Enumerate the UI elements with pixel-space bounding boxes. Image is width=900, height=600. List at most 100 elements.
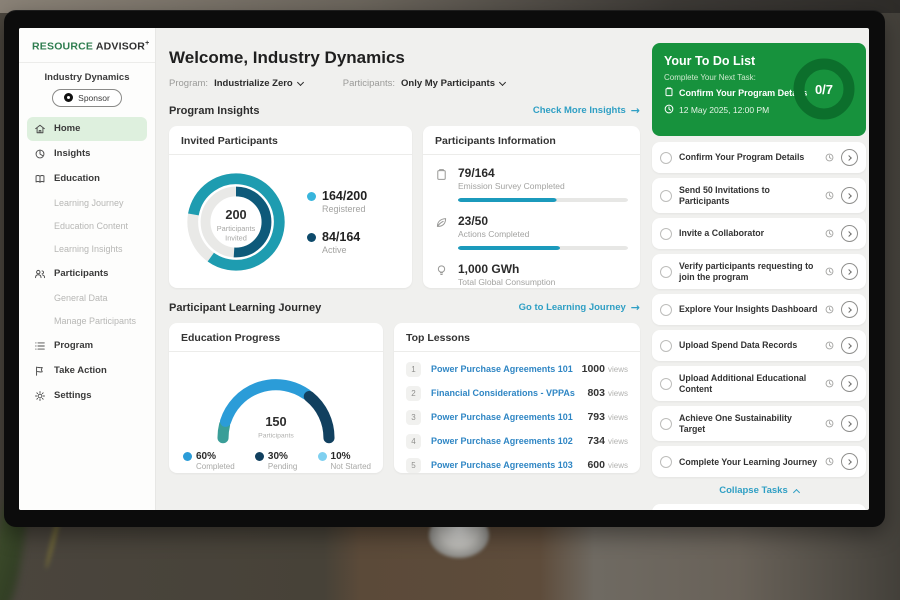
todo-item[interactable]: Complete Your Learning Journey — [652, 446, 866, 477]
app-logo: RESOURCE ADVISOR+ — [19, 28, 155, 63]
go-to-learning-journey-link[interactable]: Go to Learning Journey → — [519, 301, 640, 314]
collapse-tasks-link[interactable]: Collapse Tasks — [652, 485, 866, 496]
lesson-rank: 3 — [406, 410, 421, 425]
task-chevron-button[interactable] — [841, 415, 858, 432]
sidebar-item-label: Take Action — [54, 365, 107, 376]
arrow-right-icon: → — [631, 301, 640, 314]
legend-dot-icon — [307, 192, 316, 201]
task-chevron-button[interactable] — [841, 263, 858, 280]
sidebar-item-insights[interactable]: Insights — [27, 142, 147, 166]
sidebar-item-home[interactable]: Home — [27, 117, 147, 141]
lesson-views: 1000 — [582, 363, 605, 375]
todo-item[interactable]: Send 50 Invitations to Participants — [652, 178, 866, 213]
sidebar-item-label: General Data — [54, 293, 108, 303]
lightbulb-icon — [435, 264, 449, 287]
checkbox[interactable] — [660, 152, 672, 164]
stat-value: 79/164 — [458, 166, 628, 180]
clock-icon — [825, 229, 834, 238]
task-chevron-button[interactable] — [841, 337, 858, 354]
sidebar-item-general-data[interactable]: General Data — [19, 287, 155, 310]
todo-item-label: Achieve One Sustainability Target — [679, 413, 818, 434]
clock-icon — [825, 379, 834, 388]
sidebar-item-take-action[interactable]: Take Action — [27, 359, 147, 383]
checkbox[interactable] — [660, 228, 672, 240]
sidebar-item-label: Learning Journey — [54, 198, 124, 208]
todo-item-label: Upload Spend Data Records — [679, 340, 818, 351]
todo-item[interactable]: Upload Spend Data Records — [652, 330, 866, 361]
task-chevron-button[interactable] — [841, 453, 858, 470]
todo-item[interactable]: Achieve One Sustainability Target — [652, 406, 866, 441]
sidebar-item-manage-participants[interactable]: Manage Participants — [19, 310, 155, 333]
sidebar-item-education-content[interactable]: Education Content — [19, 215, 155, 238]
program-insights-header: Program Insights Check More Insights → — [169, 104, 640, 117]
sidebar-item-label: Home — [54, 123, 80, 134]
legend-active: 84/164 Active — [307, 230, 367, 255]
views-suffix: views — [608, 389, 628, 398]
brand-primary: RESOURCE — [32, 41, 93, 53]
checkbox[interactable] — [660, 266, 672, 278]
sidebar-item-label: Education — [54, 173, 100, 184]
chevron-down-icon — [297, 78, 304, 85]
sidebar-item-education[interactable]: Education — [27, 167, 147, 191]
task-chevron-button[interactable] — [841, 375, 858, 392]
todo-item[interactable]: Invite a Collaborator — [652, 218, 866, 249]
check-more-insights-link[interactable]: Check More Insights → — [533, 104, 640, 117]
lesson-link[interactable]: Power Purchase Agreements 102 — [431, 436, 573, 446]
participants-select[interactable]: Only My Participants — [401, 78, 505, 89]
sponsor-badge[interactable]: Sponsor — [52, 89, 122, 107]
home-icon — [34, 123, 46, 135]
brand-secondary: ADVISOR — [96, 41, 145, 53]
brand-plus: + — [145, 40, 149, 47]
section-title: Program Insights — [169, 105, 259, 117]
lesson-views: 803 — [587, 387, 605, 399]
actions-icon — [435, 216, 449, 250]
clock-icon — [825, 419, 834, 428]
legend-dot-icon — [318, 452, 327, 461]
lesson-rank: 4 — [406, 434, 421, 449]
program-select[interactable]: Industrialize Zero — [214, 78, 303, 89]
actions-progress-bar — [458, 246, 628, 250]
todo-item[interactable]: Upload Additional Educational Content — [652, 366, 866, 401]
sidebar-item-label: Manage Participants — [54, 316, 136, 326]
views-suffix: views — [608, 413, 628, 422]
card-title: Education Progress — [169, 323, 383, 352]
lesson-link[interactable]: Power Purchase Agreements 103 — [431, 460, 573, 470]
checkbox[interactable] — [660, 304, 672, 316]
gear-icon — [34, 390, 46, 402]
clock-icon — [825, 457, 834, 466]
sidebar-item-learning-insights[interactable]: Learning Insights — [19, 238, 155, 261]
todo-item[interactable]: Verify participants requesting to join t… — [652, 254, 866, 289]
participants-information-card: Participants Information 79/164 Emission… — [423, 126, 640, 288]
recent-news-card: Recent News — [652, 504, 866, 510]
lesson-link[interactable]: Power Purchase Agreements 101 — [431, 364, 573, 374]
task-chevron-button[interactable] — [841, 301, 858, 318]
gauge-segment-pending — [309, 397, 329, 438]
legend-label: Pending — [268, 462, 297, 471]
sidebar-item-participants[interactable]: Participants — [27, 262, 147, 286]
participants-select-value: Only My Participants — [401, 78, 495, 89]
checkbox[interactable] — [660, 190, 672, 202]
checkbox[interactable] — [660, 456, 672, 468]
todo-item[interactable]: Explore Your Insights Dashboard — [652, 294, 866, 325]
sidebar-item-learning-journey[interactable]: Learning Journey — [19, 192, 155, 215]
checkbox[interactable] — [660, 340, 672, 352]
lesson-link[interactable]: Financial Considerations - VPPAs — [431, 388, 575, 398]
todo-item[interactable]: Confirm Your Program Details — [652, 142, 866, 173]
clock-icon — [825, 305, 834, 314]
legend-completed: 60% Completed — [183, 451, 235, 471]
task-chevron-button[interactable] — [841, 187, 858, 204]
sidebar-item-program[interactable]: Program — [27, 334, 147, 358]
lesson-link[interactable]: Power Purchase Agreements 101 — [431, 412, 573, 422]
task-chevron-button[interactable] — [841, 225, 858, 242]
todo-item-label: Send 50 Invitations to Participants — [679, 185, 818, 206]
task-chevron-button[interactable] — [841, 149, 858, 166]
checkbox[interactable] — [660, 378, 672, 390]
checkbox[interactable] — [660, 418, 672, 430]
sidebar-item-settings[interactable]: Settings — [27, 384, 147, 408]
sidebar-nav: Home Insights Education Learning Journey — [19, 117, 155, 408]
todo-item-label: Complete Your Learning Journey — [679, 457, 818, 468]
insights-icon — [34, 148, 46, 160]
sidebar: RESOURCE ADVISOR+ Industry Dynamics Spon… — [19, 28, 156, 510]
book-icon — [34, 173, 46, 185]
donut-legend: 164/200 Registered 84/164 Active — [307, 189, 367, 255]
